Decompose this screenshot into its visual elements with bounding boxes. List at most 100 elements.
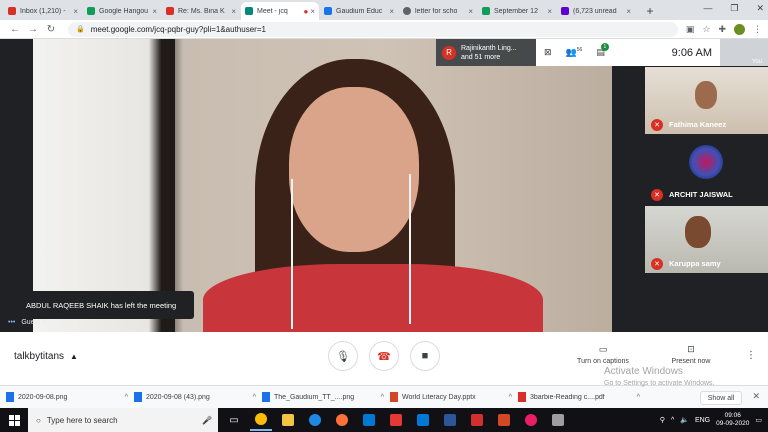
close-icon[interactable]: × xyxy=(547,7,552,16)
task-view-icon[interactable]: ▭ xyxy=(223,409,245,431)
taskbar-search[interactable]: ○ Type here to search 🎤 xyxy=(28,408,218,432)
acrobat-icon[interactable] xyxy=(466,409,488,431)
language-indicator[interactable]: ENG xyxy=(695,417,710,424)
chevron-up-icon[interactable]: ^ xyxy=(509,394,512,401)
more-options-icon[interactable]: ⋮ xyxy=(746,350,756,361)
self-view-tile[interactable]: You xyxy=(720,39,768,66)
camera-icon[interactable]: ▣ xyxy=(686,24,695,35)
tab-email-reply[interactable]: Re: Ms. Bina K × xyxy=(162,2,240,20)
address-bar[interactable]: 🔒 meet.google.com/jcq-pqbr-guy?pli=1&aut… xyxy=(68,21,678,37)
download-item[interactable]: 2020-09-08 (43).png ^ xyxy=(134,392,262,402)
tab-hangouts[interactable]: Google Hangou × xyxy=(83,2,161,20)
taskbar-clock[interactable]: 09:06 09-09-2020 xyxy=(716,412,749,428)
close-icon[interactable]: × xyxy=(231,7,236,16)
word-icon[interactable] xyxy=(439,409,461,431)
download-item[interactable]: The_Gaudium_TT_....png ^ xyxy=(262,392,390,402)
tab-gaudium[interactable]: Gaudium Educ × xyxy=(320,2,398,20)
chrome-taskbar-icon[interactable] xyxy=(250,409,272,431)
tab-inbox[interactable]: Inbox (1,210) - × xyxy=(4,2,82,20)
speaker-shirt xyxy=(203,264,543,332)
close-downloads-icon[interactable]: ✕ xyxy=(752,391,760,402)
file-explorer-icon[interactable] xyxy=(277,409,299,431)
more-dots-icon: ••• xyxy=(8,319,16,326)
image-file-icon xyxy=(262,392,270,402)
download-item[interactable]: 2020-09-08.png ^ xyxy=(6,392,134,402)
left-meeting-toast: ABDUL RAQEEB SHAIK has left the meeting xyxy=(12,291,194,319)
participant-tile[interactable]: ✕ ARCHIT JAISWAL xyxy=(645,137,768,204)
captions-button[interactable]: ▭ Turn on captions xyxy=(572,344,634,365)
reload-icon[interactable]: ↻ xyxy=(42,24,60,35)
camera-button[interactable]: ■ xyxy=(410,341,440,371)
mic-off-icon: ✕ xyxy=(651,119,663,131)
maximize-icon[interactable]: ❐ xyxy=(730,3,738,14)
notification-icon[interactable]: ▭ xyxy=(755,416,762,424)
meet-top-bar: ⊠ 👥56 ▤ 1 9:06 AM xyxy=(536,39,720,66)
microphone-icon[interactable]: 🎤 xyxy=(202,416,212,425)
store-icon[interactable] xyxy=(358,409,380,431)
participant-more: and 51 more xyxy=(461,53,501,61)
app-icon[interactable] xyxy=(547,409,569,431)
chevron-up-icon[interactable]: ^ xyxy=(637,394,640,401)
image-file-icon xyxy=(134,392,142,402)
earphone-wire-left xyxy=(291,179,293,329)
mail-icon xyxy=(561,7,569,15)
profile-avatar[interactable] xyxy=(734,23,745,35)
start-button[interactable] xyxy=(0,408,28,432)
minimize-icon[interactable]: — xyxy=(703,3,712,14)
participant-tile[interactable]: ✕ Karuppa samy xyxy=(645,206,768,273)
chevron-up-icon[interactable]: ^ xyxy=(671,417,674,424)
present-button[interactable]: ⊡ Present now xyxy=(664,344,718,365)
system-tray: ⚲ ^ 🔈 ENG 09:06 09-09-2020 ▭ xyxy=(660,412,768,428)
people-tray-icon[interactable]: ⚲ xyxy=(660,416,665,424)
tab-meet[interactable]: Meet - jcq ● × xyxy=(241,2,319,20)
mail-app-icon[interactable] xyxy=(412,409,434,431)
windows-taskbar: ○ Type here to search 🎤 ▭ ⚲ ^ 🔈 ENG 09:0… xyxy=(0,408,768,432)
participant-video xyxy=(685,216,711,248)
edge-icon[interactable] xyxy=(304,409,326,431)
extensions-icon[interactable]: ✚ xyxy=(718,24,726,35)
back-icon[interactable]: ← xyxy=(6,24,24,35)
gmail-icon xyxy=(166,7,174,15)
meeting-details-button[interactable]: talkbytitans ▲ xyxy=(14,351,78,362)
firefox-icon[interactable] xyxy=(331,409,353,431)
media-app-icon[interactable] xyxy=(385,409,407,431)
browser-tab-strip: Inbox (1,210) - × Google Hangou × Re: Ms. … xyxy=(0,0,768,20)
close-icon[interactable]: × xyxy=(468,7,473,16)
people-button[interactable]: 👥56 xyxy=(566,47,583,58)
chevron-up-icon[interactable]: ^ xyxy=(125,394,128,401)
meeting-name: talkbytitans xyxy=(14,351,65,362)
new-tab-button[interactable]: + xyxy=(642,4,658,18)
forward-icon[interactable]: → xyxy=(24,24,42,35)
chat-button[interactable]: ▤ 1 xyxy=(596,43,609,58)
powerpoint-icon[interactable] xyxy=(493,409,515,431)
tab-letter[interactable]: letter for scho × xyxy=(399,2,477,20)
close-icon[interactable]: × xyxy=(73,7,78,16)
layout-icon[interactable]: ⊠ xyxy=(544,47,552,58)
tab-sheets[interactable]: September 12 × xyxy=(478,2,556,20)
close-icon[interactable]: × xyxy=(310,7,315,16)
close-icon[interactable]: × xyxy=(626,7,631,16)
window-controls: — ❐ ✕ xyxy=(703,3,764,14)
chevron-up-icon[interactable]: ^ xyxy=(253,394,256,401)
participant-name: Rajinikanth Ling... xyxy=(461,44,517,52)
volume-icon[interactable]: 🔈 xyxy=(680,416,689,424)
participants-summary[interactable]: R Rajinikanth Ling... and 51 more xyxy=(436,39,536,66)
media-player-icon[interactable] xyxy=(520,409,542,431)
hangup-button[interactable]: ☎ xyxy=(369,341,399,371)
tab-yahoo-mail[interactable]: (6,723 unread × xyxy=(557,2,635,20)
download-item[interactable]: 3barbie-Reading c....pdf ^ xyxy=(518,392,646,402)
close-icon[interactable]: × xyxy=(389,7,394,16)
hangouts-icon xyxy=(87,7,95,15)
close-icon[interactable]: × xyxy=(152,7,157,16)
menu-icon[interactable]: ⋮ xyxy=(753,24,762,35)
show-all-downloads-button[interactable]: Show all xyxy=(700,391,742,405)
download-item[interactable]: World Literacy Day.pptx ^ xyxy=(390,392,518,402)
participant-tile[interactable]: ✕ Fathima Kaneez xyxy=(645,67,768,134)
mic-off-icon: ✕ xyxy=(651,258,663,270)
star-icon[interactable]: ☆ xyxy=(702,24,710,35)
chevron-up-icon[interactable]: ^ xyxy=(381,394,384,401)
mic-button[interactable]: 🎙 xyxy=(328,341,358,371)
close-window-icon[interactable]: ✕ xyxy=(756,3,764,14)
phone-hangup-icon: ☎ xyxy=(377,350,391,363)
site-icon xyxy=(324,7,332,15)
